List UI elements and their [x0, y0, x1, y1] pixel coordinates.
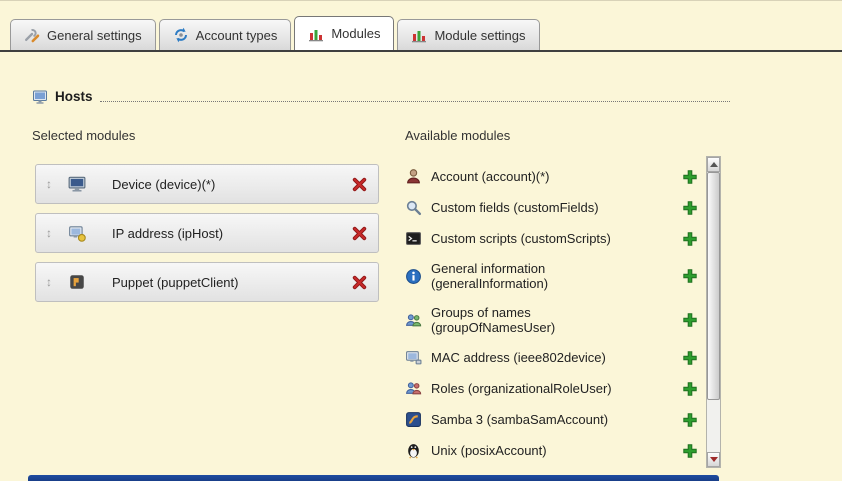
plus-icon [682, 268, 698, 284]
available-module-row: Unix (posixAccount) [405, 435, 704, 466]
section-header-hosts: Hosts [32, 89, 730, 105]
available-module-row: Custom scripts (customScripts) [405, 223, 704, 254]
drag-handle-icon[interactable]: ↕ [46, 275, 58, 289]
monitor-icon [32, 89, 48, 105]
selected-module-row-puppet[interactable]: ↕ Puppet (puppetClient) [35, 262, 379, 302]
plus-icon [682, 381, 698, 397]
tools-icon [24, 27, 40, 43]
available-module-row: Account (account)(*) [405, 161, 704, 192]
plus-icon [682, 200, 698, 216]
available-module-row: Custom fields (customFields) [405, 192, 704, 223]
add-module-button[interactable] [682, 200, 698, 216]
arrow-down-icon [710, 457, 718, 462]
terminal-icon [405, 230, 422, 247]
add-module-button[interactable] [682, 268, 698, 284]
drag-handle-icon[interactable]: ↕ [46, 177, 58, 191]
available-module-row: Samba 3 (sambaSamAccount) [405, 404, 704, 435]
delete-x-icon [351, 225, 368, 242]
remove-module-button[interactable] [351, 225, 368, 242]
tab-label: Module settings [434, 28, 525, 43]
chart-icon [411, 27, 427, 43]
add-module-button[interactable] [682, 412, 698, 428]
plus-icon [682, 412, 698, 428]
puppet-icon [68, 273, 86, 291]
device-icon [68, 175, 86, 193]
remove-module-button[interactable] [351, 176, 368, 193]
tab-module-settings[interactable]: Module settings [397, 19, 539, 50]
page-title: Hosts [55, 89, 93, 105]
selected-modules-heading: Selected modules [32, 128, 135, 143]
plus-icon [682, 350, 698, 366]
available-module-label: Groups of names (groupOfNamesUser) [431, 305, 656, 335]
chart-icon [308, 26, 324, 42]
person-icon [405, 168, 422, 185]
delete-x-icon [351, 274, 368, 291]
scrollbar-up-button[interactable] [707, 157, 720, 172]
tab-account-types[interactable]: Account types [159, 19, 292, 50]
available-module-row: Roles (organizationalRoleUser) [405, 373, 704, 404]
module-config-page: General settings Account types Modules M… [0, 0, 842, 481]
available-module-label: Roles (organizationalRoleUser) [431, 381, 656, 396]
plus-icon [682, 231, 698, 247]
available-module-label: Custom fields (customFields) [431, 200, 656, 215]
add-module-button[interactable] [682, 169, 698, 185]
delete-x-icon [351, 176, 368, 193]
tab-label: Account types [196, 28, 278, 43]
remove-module-button[interactable] [351, 274, 368, 291]
penguin-icon [405, 442, 422, 459]
add-module-button[interactable] [682, 312, 698, 328]
footer-bar [28, 475, 719, 481]
available-module-row: MAC address (ieee802device) [405, 342, 704, 373]
tab-bar: General settings Account types Modules M… [0, 1, 842, 52]
roles-icon [405, 380, 422, 397]
add-module-button[interactable] [682, 443, 698, 459]
refresh-gear-icon [173, 27, 189, 43]
scrollbar-down-button[interactable] [707, 452, 720, 467]
selected-modules-list: ↕ Device (device)(*) ↕ IP address (ipHos… [35, 164, 379, 311]
info-icon [405, 268, 422, 285]
dotted-divider [100, 101, 730, 102]
arrow-up-icon [710, 162, 718, 167]
available-module-label: Custom scripts (customScripts) [431, 231, 656, 246]
network-computer-icon [405, 349, 422, 366]
plus-icon [682, 312, 698, 328]
selected-module-label: IP address (ipHost) [112, 226, 351, 241]
samba-icon [405, 411, 422, 428]
available-module-row: Windows (windowsHost)(*) [405, 466, 704, 467]
available-module-label: Unix (posixAccount) [431, 443, 656, 458]
selected-module-row-iphost[interactable]: ↕ IP address (ipHost) [35, 213, 379, 253]
add-module-button[interactable] [682, 350, 698, 366]
available-module-row: Groups of names (groupOfNamesUser) [405, 298, 704, 342]
plus-icon [682, 169, 698, 185]
plus-icon [682, 443, 698, 459]
selected-module-row-device[interactable]: ↕ Device (device)(*) [35, 164, 379, 204]
group-icon [405, 312, 422, 329]
magnifier-icon [405, 199, 422, 216]
tab-general-settings[interactable]: General settings [10, 19, 156, 50]
tab-label: Modules [331, 26, 380, 41]
available-module-row: General information (generalInformation) [405, 254, 704, 298]
scrollbar[interactable] [706, 156, 721, 468]
available-module-label: Samba 3 (sambaSamAccount) [431, 412, 656, 427]
selected-module-label: Puppet (puppetClient) [112, 275, 351, 290]
available-module-label: General information (generalInformation) [431, 261, 656, 291]
available-modules-heading: Available modules [405, 128, 510, 143]
tab-label: General settings [47, 28, 142, 43]
drag-handle-icon[interactable]: ↕ [46, 226, 58, 240]
ip-address-icon [68, 224, 86, 242]
available-module-label: MAC address (ieee802device) [431, 350, 656, 365]
available-modules-list: Account (account)(*) Custom fields (cust… [405, 161, 720, 467]
tab-modules[interactable]: Modules [294, 16, 394, 50]
selected-module-label: Device (device)(*) [112, 177, 351, 192]
add-module-button[interactable] [682, 381, 698, 397]
add-module-button[interactable] [682, 231, 698, 247]
available-module-label: Account (account)(*) [431, 169, 656, 184]
scrollbar-thumb[interactable] [707, 172, 720, 400]
